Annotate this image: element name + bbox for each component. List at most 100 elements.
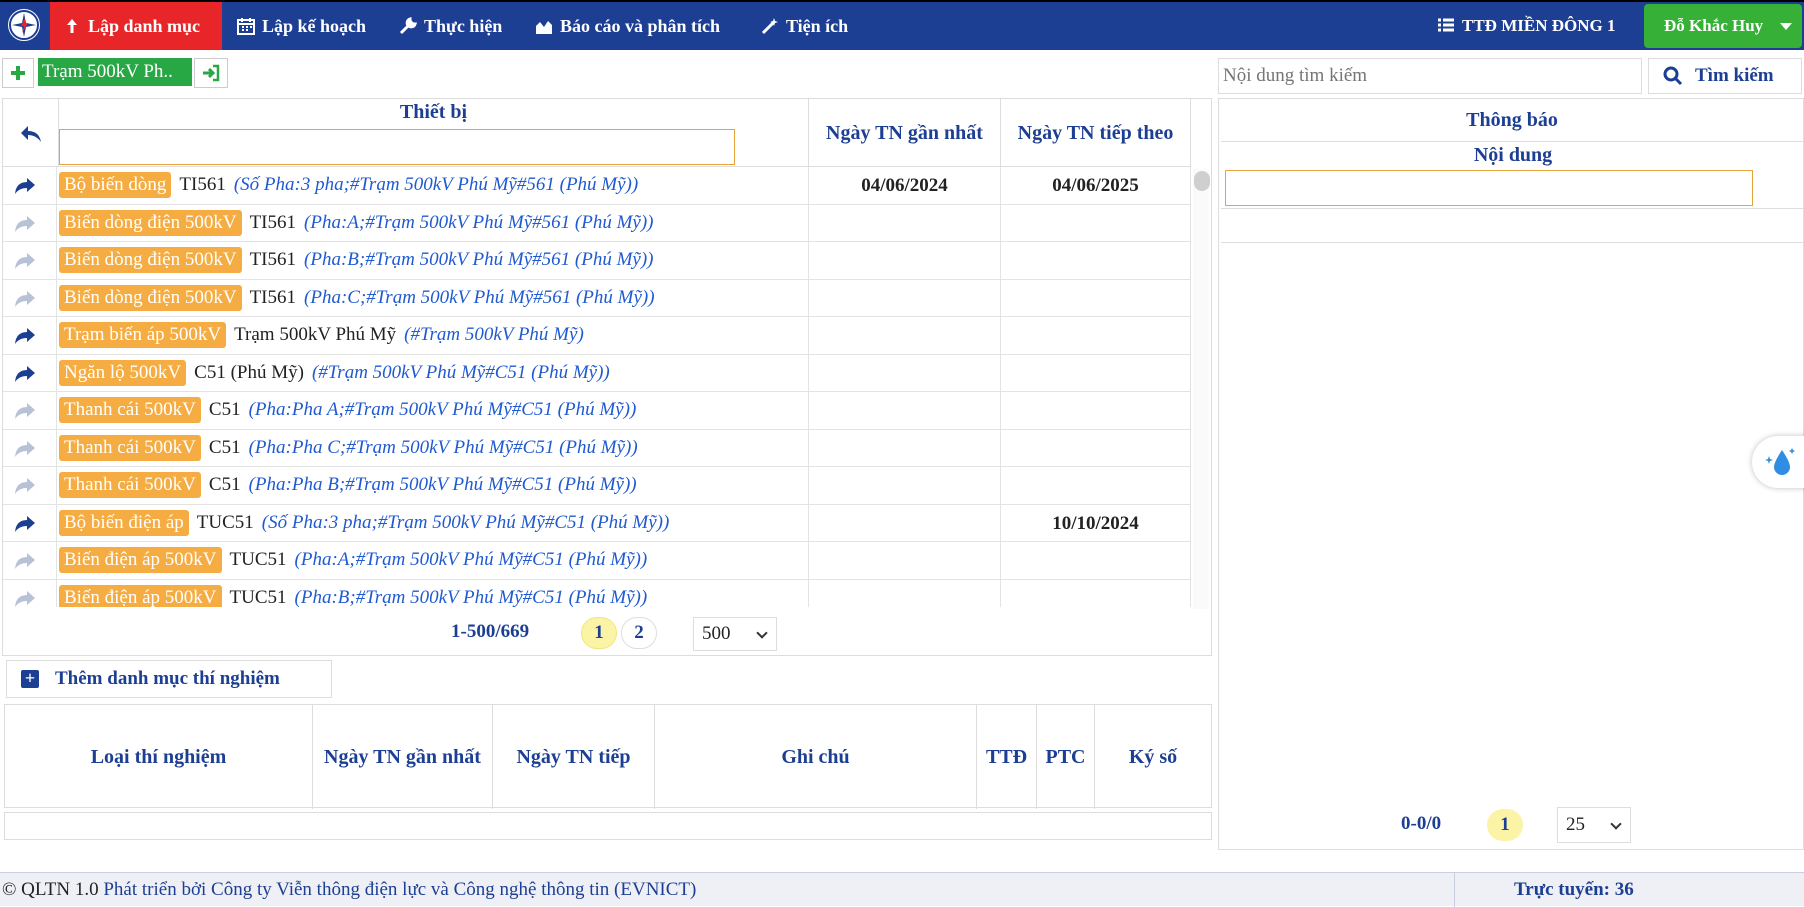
floating-assistant-button[interactable]: [1752, 436, 1804, 488]
col-test-last[interactable]: Ngày TN gần nhất: [313, 705, 493, 809]
device-type-tag[interactable]: Thanh cái 500kV: [59, 397, 201, 424]
sign-in-icon: [203, 64, 220, 82]
device-type-tag[interactable]: Bộ biến điện áp: [59, 509, 189, 536]
col-test-type[interactable]: Loại thí nghiệm: [5, 705, 313, 809]
row-action[interactable]: [3, 317, 57, 354]
table-row[interactable]: Biến điện áp 500kV TUC51 (Pha:A;#Trạm 500k…: [3, 542, 1191, 580]
nav-thuc-hien[interactable]: Thực hiện: [398, 2, 502, 50]
scrollbar-thumb[interactable]: [1194, 171, 1210, 191]
add-test-category-button[interactable]: + Thêm danh mục thí nghiệm: [6, 660, 332, 698]
pager-range: 1-500/669: [451, 621, 530, 642]
share-arrow-icon: [15, 365, 35, 382]
device-code: C51: [208, 474, 241, 496]
search-input[interactable]: [1218, 58, 1642, 94]
row-action[interactable]: [3, 504, 57, 541]
next-test-date: [1001, 429, 1191, 466]
device-type-tag[interactable]: Thanh cái 500kV: [59, 472, 201, 499]
row-action[interactable]: [3, 392, 57, 429]
test-table-header: Loại thí nghiệm Ngày TN gần nhất Ngày TN…: [4, 704, 1212, 809]
nav-label: Lập danh mục: [88, 15, 201, 36]
row-action[interactable]: [3, 542, 57, 579]
device-cell: Bộ biến dòng TI561 (Số Pha:3 pha;#Trạm 500…: [59, 167, 809, 204]
reply-back-icon[interactable]: [18, 123, 44, 145]
wrench-icon: [399, 16, 418, 35]
device-type-tag[interactable]: Thanh cái 500kV: [59, 434, 201, 461]
notice-page-button-1[interactable]: 1: [1487, 809, 1523, 841]
page-button-2[interactable]: 2: [621, 617, 657, 649]
footer-copyright-block: © QLTN 1.0 Phát triển bởi Công ty Viễn t…: [2, 879, 696, 901]
row-action[interactable]: [3, 167, 57, 204]
device-type-tag[interactable]: Ngăn lộ 500kV: [59, 359, 187, 386]
footer-divider: [1454, 873, 1455, 907]
last-test-date: [809, 392, 1001, 429]
nav-bao-cao[interactable]: Báo cáo và phân tích: [534, 2, 720, 50]
col-notes[interactable]: Ghi chú: [655, 705, 977, 809]
test-table-empty-row: [4, 812, 1212, 840]
notice-page-size-select[interactable]: 25: [1557, 807, 1631, 843]
table-row[interactable]: Thanh cái 500kV C51 (Pha:Pha A;#Trạm 500kV…: [3, 392, 1191, 430]
station-enter-button[interactable]: [194, 58, 228, 88]
next-test-date: [1001, 354, 1191, 391]
nav-lap-ke-hoach[interactable]: Lập kế hoạch: [236, 2, 366, 50]
table-row[interactable]: Ngăn lộ 500kV C51 (Phú Mỹ) (#Trạm 500kV Ph…: [3, 354, 1191, 392]
col-next-test[interactable]: Ngày TN tiếp theo: [1001, 99, 1191, 167]
device-desc: (Số Pha:3 pha;#Trạm 500kV Phú Mỹ#C51 (Ph…: [261, 511, 670, 533]
device-type-tag[interactable]: Biến dòng điện 500kV: [59, 284, 242, 311]
col-ptc[interactable]: PTC: [1037, 705, 1095, 809]
table-row[interactable]: Thanh cái 500kV C51 (Pha:Pha C;#Trạm 500kV…: [3, 429, 1191, 467]
table-row[interactable]: Biến điện áp 500kV TUC51 (Pha:B;#Trạm 500k…: [3, 579, 1191, 607]
device-cell: Thanh cái 500kV C51 (Pha:Pha B;#Trạm 500kV…: [59, 467, 809, 504]
page-size-select[interactable]: 500: [693, 617, 777, 651]
device-desc: (#Trạm 500kV Phú Mỹ#C51 (Phú Mỹ)): [311, 361, 610, 383]
add-station-button[interactable]: [2, 58, 34, 88]
table-row[interactable]: Trạm biến áp 500kV Trạm 500kV Phú Mỹ (#Trạ…: [3, 317, 1191, 355]
col-test-next[interactable]: Ngày TN tiếp: [493, 705, 655, 809]
search-button[interactable]: Tìm kiếm: [1648, 58, 1802, 94]
table-scrollbar[interactable]: [1193, 169, 1210, 609]
table-row[interactable]: Biến dòng điện 500kV TI561 (Pha:A;#Trạm 50…: [3, 204, 1191, 242]
device-type-tag[interactable]: Biến dòng điện 500kV: [59, 247, 242, 274]
device-desc: (Pha:Pha A;#Trạm 500kV Phú Mỹ#C51 (Phú M…: [248, 399, 637, 421]
station-chip[interactable]: Trạm 500kV Ph..: [38, 58, 192, 86]
device-type-tag[interactable]: Biến điện áp 500kV: [59, 547, 222, 574]
row-action[interactable]: [3, 354, 57, 391]
row-action[interactable]: [3, 279, 57, 316]
area-chart-icon: [536, 21, 552, 34]
footer-developer-link[interactable]: Phát triển bởi Công ty Viễn thông điện l…: [103, 879, 696, 900]
col-sign[interactable]: Ký số: [1095, 705, 1211, 809]
last-test-date: [809, 429, 1001, 466]
unit-label: TTĐ MIỀN ĐÔNG 1: [1462, 16, 1616, 35]
nav-tien-ich[interactable]: Tiện ích: [760, 2, 848, 50]
search-icon: [1663, 66, 1683, 86]
table-row[interactable]: Biến dòng điện 500kV TI561 (Pha:B;#Trạm 50…: [3, 242, 1191, 280]
plus-square-icon: +: [21, 669, 39, 688]
unit-selector[interactable]: TTĐ MIỀN ĐÔNG 1: [1436, 2, 1615, 50]
device-type-tag[interactable]: Biến điện áp 500kV: [59, 584, 222, 607]
row-action[interactable]: [3, 579, 57, 607]
notice-filter-input[interactable]: [1225, 170, 1753, 206]
table-row[interactable]: Thanh cái 500kV C51 (Pha:Pha B;#Trạm 500kV…: [3, 467, 1191, 505]
table-row[interactable]: Bộ biến dòng TI561 (Số Pha:3 pha;#Trạm 500…: [3, 167, 1191, 205]
col-last-test[interactable]: Ngày TN gần nhất: [809, 99, 1001, 167]
back-cell: [3, 99, 59, 167]
add-test-category-label: Thêm danh mục thí nghiệm: [55, 668, 280, 689]
user-menu-button[interactable]: Đỗ Khắc Huy: [1644, 4, 1802, 48]
row-action[interactable]: [3, 429, 57, 466]
col-ttd[interactable]: TTĐ: [977, 705, 1037, 809]
nav-lap-danh-muc[interactable]: Lập danh mục: [50, 2, 222, 50]
table-row[interactable]: Biến dòng điện 500kV TI561 (Pha:C;#Trạm 50…: [3, 279, 1191, 317]
device-type-tag[interactable]: Trạm biến áp 500kV: [59, 322, 227, 349]
device-filter-input[interactable]: [59, 129, 735, 165]
row-action[interactable]: [3, 467, 57, 504]
notice-title: Thông báo: [1466, 109, 1558, 131]
row-action[interactable]: [3, 204, 57, 241]
share-arrow-icon: [15, 290, 35, 307]
device-desc: (Pha:Pha C;#Trạm 500kV Phú Mỹ#C51 (Phú M…: [248, 436, 638, 458]
device-type-tag[interactable]: Biến dòng điện 500kV: [59, 209, 242, 236]
next-test-date: [1001, 242, 1191, 279]
evn-logo-icon[interactable]: [6, 7, 42, 43]
page-button-1[interactable]: 1: [581, 617, 617, 649]
table-row[interactable]: Bộ biến điện áp TUC51 (Số Pha:3 pha;#Trạm …: [3, 504, 1191, 542]
row-action[interactable]: [3, 242, 57, 279]
device-type-tag[interactable]: Bộ biến dòng: [59, 172, 172, 199]
